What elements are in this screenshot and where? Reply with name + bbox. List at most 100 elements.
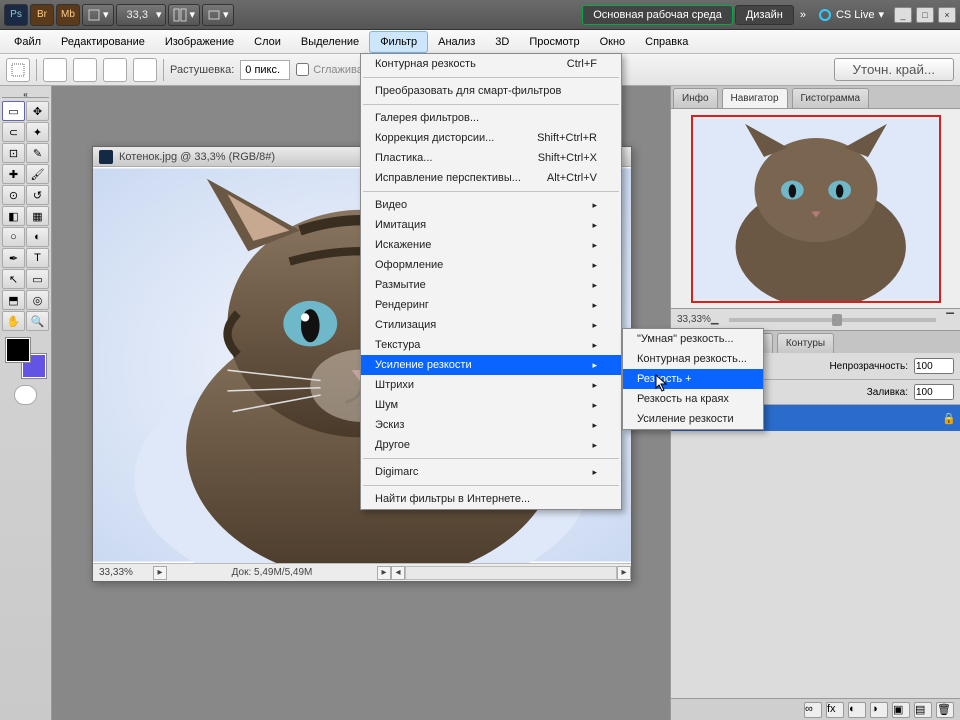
status-arrow-icon[interactable]: ▸ — [377, 566, 391, 580]
collapse-icon[interactable]: « — [23, 90, 27, 97]
status-menu-icon[interactable]: ▸ — [153, 566, 167, 580]
menu-liquify[interactable]: Пластика...Shift+Ctrl+X — [361, 148, 621, 168]
pen-tool[interactable]: ✒ — [2, 248, 25, 268]
feather-input[interactable] — [240, 60, 290, 80]
zoom-tool[interactable]: 🔍 — [26, 311, 49, 331]
subtract-selection-icon[interactable] — [103, 58, 127, 82]
menu-texture[interactable]: Текстура▸ — [361, 335, 621, 355]
fill-input[interactable] — [914, 384, 954, 400]
zoom-in-icon[interactable]: ▔ — [946, 314, 954, 325]
menu-brush-strokes[interactable]: Штрихи▸ — [361, 375, 621, 395]
menu-lens-correction[interactable]: Коррекция дисторсии...Shift+Ctrl+R — [361, 128, 621, 148]
zoom-readout[interactable]: 33,33% — [93, 567, 153, 578]
tab-navigator[interactable]: Навигатор — [722, 88, 788, 108]
minibridge-icon[interactable]: Mb — [56, 4, 80, 26]
submenu-sharpen-more[interactable]: Резкость + — [623, 369, 763, 389]
zoom-out-icon[interactable]: ▁ — [711, 314, 719, 325]
menu-browse-filters[interactable]: Найти фильтры в Интернете... — [361, 489, 621, 509]
view-extras-dropdown[interactable]: ▾ — [82, 4, 114, 26]
maximize-button[interactable]: □ — [916, 7, 934, 23]
menu-view[interactable]: Просмотр — [519, 32, 589, 52]
menu-convert-smart[interactable]: Преобразовать для смарт-фильтров — [361, 81, 621, 101]
menu-3d[interactable]: 3D — [485, 32, 519, 52]
screen-mode-dropdown[interactable]: ▾ — [202, 4, 234, 26]
menu-sketch[interactable]: Эскиз▸ — [361, 415, 621, 435]
crop-tool[interactable]: ⊡ — [2, 143, 25, 163]
close-button[interactable]: × — [938, 7, 956, 23]
menu-filter-gallery[interactable]: Галерея фильтров... — [361, 108, 621, 128]
blur-tool[interactable]: ○ — [2, 227, 25, 247]
move-tool[interactable]: ✥ — [26, 101, 49, 121]
quickmask-toggle[interactable] — [14, 385, 37, 405]
eyedropper-tool[interactable]: ✎ — [26, 143, 49, 163]
menu-sharpen[interactable]: Усиление резкости▸ — [361, 355, 621, 375]
eraser-tool[interactable]: ◧ — [2, 206, 25, 226]
stamp-tool[interactable]: ⊙ — [2, 185, 25, 205]
intersect-selection-icon[interactable] — [133, 58, 157, 82]
menu-window[interactable]: Окно — [590, 32, 636, 52]
foreground-color-swatch[interactable] — [6, 338, 30, 362]
lasso-tool[interactable]: ⊂ — [2, 122, 25, 142]
tool-preset-picker[interactable] — [6, 58, 30, 82]
healing-tool[interactable]: ✚ — [2, 164, 25, 184]
menu-select[interactable]: Выделение — [291, 32, 369, 52]
refine-edge-button[interactable]: Уточн. край... — [834, 58, 954, 81]
submenu-unsharp-mask[interactable]: Контурная резкость... — [623, 349, 763, 369]
menu-artistic[interactable]: Имитация▸ — [361, 215, 621, 235]
menu-vanishing-point[interactable]: Исправление перспективы...Alt+Ctrl+V — [361, 168, 621, 188]
zoom-level-dropdown[interactable]: 33,3▾ — [116, 4, 167, 26]
cs-live-button[interactable]: CS Live▾ — [812, 8, 890, 22]
hscroll-left-icon[interactable]: ◂ — [391, 566, 405, 580]
menu-distort[interactable]: Искажение▸ — [361, 235, 621, 255]
minimize-button[interactable]: _ — [894, 7, 912, 23]
workspace-design-button[interactable]: Дизайн — [735, 5, 794, 25]
navigator-panel[interactable] — [671, 109, 960, 309]
brush-tool[interactable]: 🖌 — [26, 164, 49, 184]
menu-image[interactable]: Изображение — [155, 32, 244, 52]
new-selection-icon[interactable] — [43, 58, 67, 82]
link-layers-icon[interactable]: ∞ — [804, 702, 822, 718]
history-brush-tool[interactable]: ↺ — [26, 185, 49, 205]
arrange-docs-dropdown[interactable]: ▾ — [168, 4, 200, 26]
add-selection-icon[interactable] — [73, 58, 97, 82]
tab-info[interactable]: Инфо — [673, 88, 718, 108]
menu-other[interactable]: Другое▸ — [361, 435, 621, 455]
submenu-sharpen-edges[interactable]: Резкость на краях — [623, 389, 763, 409]
menu-blur[interactable]: Размытие▸ — [361, 275, 621, 295]
dodge-tool[interactable]: ◐ — [26, 227, 49, 247]
marquee-tool[interactable]: ▭ — [2, 101, 25, 121]
horizontal-scrollbar[interactable] — [405, 566, 617, 580]
menu-help[interactable]: Справка — [635, 32, 698, 52]
menu-render[interactable]: Рендеринг▸ — [361, 295, 621, 315]
menu-filter[interactable]: Фильтр — [369, 31, 428, 53]
wand-tool[interactable]: ✦ — [26, 122, 49, 142]
tab-histogram[interactable]: Гистограмма — [792, 88, 870, 108]
opacity-input[interactable] — [914, 358, 954, 374]
3d-camera-tool[interactable]: ◎ — [26, 290, 49, 310]
menu-layer[interactable]: Слои — [244, 32, 291, 52]
tab-paths[interactable]: Контуры — [777, 333, 834, 353]
bridge-icon[interactable]: Br — [30, 4, 54, 26]
3d-tool[interactable]: ⬒ — [2, 290, 25, 310]
adjustment-icon[interactable]: ◑ — [870, 702, 888, 718]
path-tool[interactable]: ↖ — [2, 269, 25, 289]
delete-layer-icon[interactable]: 🗑 — [936, 702, 954, 718]
gradient-tool[interactable]: ▦ — [26, 206, 49, 226]
type-tool[interactable]: T — [26, 248, 49, 268]
menu-last-filter[interactable]: Контурная резкостьCtrl+F — [361, 54, 621, 74]
menu-pixelate[interactable]: Оформление▸ — [361, 255, 621, 275]
navigator-slider[interactable] — [729, 318, 937, 322]
submenu-smart-sharpen[interactable]: "Умная" резкость... — [623, 329, 763, 349]
menu-stylize[interactable]: Стилизация▸ — [361, 315, 621, 335]
workspace-essentials-button[interactable]: Основная рабочая среда — [582, 5, 733, 25]
submenu-sharpen[interactable]: Усиление резкости — [623, 409, 763, 429]
menu-edit[interactable]: Редактирование — [51, 32, 155, 52]
hand-tool[interactable]: ✋ — [2, 311, 25, 331]
menu-digimarc[interactable]: Digimarc▸ — [361, 462, 621, 482]
color-swatches[interactable] — [6, 338, 46, 378]
new-layer-icon[interactable]: ▤ — [914, 702, 932, 718]
fx-icon[interactable]: fx — [826, 702, 844, 718]
menu-noise[interactable]: Шум▸ — [361, 395, 621, 415]
menu-video[interactable]: Видео▸ — [361, 195, 621, 215]
mask-icon[interactable]: ◐ — [848, 702, 866, 718]
